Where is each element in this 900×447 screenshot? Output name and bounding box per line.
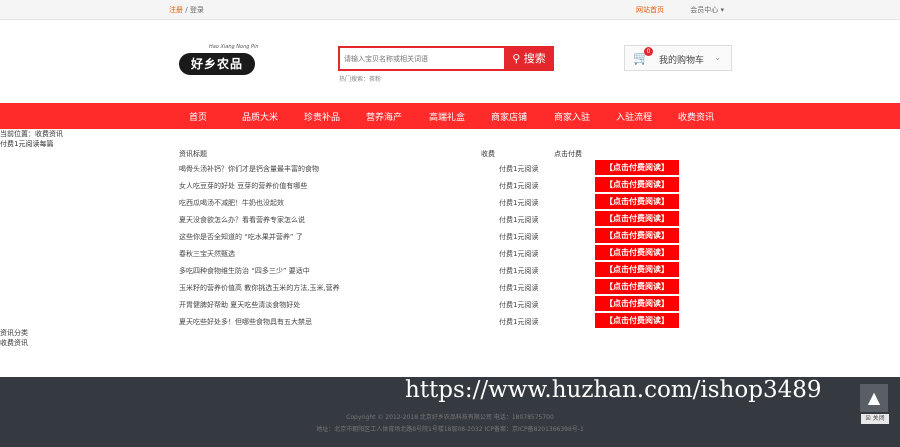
header-pay: 点击付费 — [554, 150, 582, 158]
article-title-link[interactable]: 多吃四种食物维生防治 “四多三少” 要适中 — [179, 266, 310, 276]
top-right-links: 网站首页 会员中心 ▾ — [636, 5, 724, 15]
article-title-link[interactable]: 开胃健脾好帮助 夏天吃些清淡食物好处 — [179, 300, 300, 310]
footer: https://www.huzhan.com/ishop3489 Copyrig… — [0, 377, 900, 447]
pay-read-button[interactable]: 【点击付费阅读】 — [595, 245, 679, 260]
header-title: 资讯标题 — [179, 150, 207, 158]
nav-item-shops[interactable]: 商家店铺 — [491, 110, 527, 123]
article-title-link[interactable]: 夏天吃些好处多！但哪些食物具有五大禁忌 — [179, 317, 312, 327]
category-item-paid-news[interactable]: 收费资讯 — [0, 338, 28, 348]
article-price: 付费1元阅读 — [499, 165, 539, 173]
article-price: 付费1元阅读 — [499, 233, 539, 241]
article-price: 付费1元阅读 — [499, 182, 539, 190]
site-home-link[interactable]: 网站首页 — [636, 6, 664, 14]
article-title-link[interactable]: 喝骨头汤补钙？你们才是钙含量最丰富的食物 — [179, 164, 319, 174]
logo-tagline: Hao Xiang Nong Pin — [209, 44, 259, 50]
search-input[interactable] — [340, 48, 504, 69]
table-row: 多吃四种食物维生防治 “四多三少” 要适中 付费1元阅读 【点击付费阅读】 — [179, 261, 689, 278]
article-price: 付费1元阅读 — [499, 250, 539, 258]
breadcrumb-location: 当前位置：收费资讯 — [0, 130, 63, 138]
pay-read-button[interactable]: 【点击付费阅读】 — [595, 262, 679, 277]
close-button[interactable]: ☒ 关闭 — [861, 414, 889, 424]
nav-item-home[interactable]: 首页 — [189, 110, 207, 123]
pay-read-button[interactable]: 【点击付费阅读】 — [595, 279, 679, 294]
article-price: 付费1元阅读 — [499, 318, 539, 326]
article-title-link[interactable]: 夏天没食欲怎么办？看看营养专家怎么说 — [179, 215, 305, 225]
table-row: 春秋三宝天然甄选 付费1元阅读 【点击付费阅读】 — [179, 244, 689, 261]
table-row: 开胃健脾好帮助 夏天吃些清淡食物好处 付费1元阅读 【点击付费阅读】 — [179, 295, 689, 312]
back-to-top-button[interactable]: ▲ — [860, 384, 888, 412]
article-title-link[interactable]: 春秋三宝天然甄选 — [179, 249, 235, 259]
search-button[interactable]: ⚲ 搜索 — [504, 46, 554, 71]
pay-read-button[interactable]: 【点击付费阅读】 — [595, 296, 679, 311]
nav-item-gift-box[interactable]: 高端礼盒 — [429, 110, 465, 123]
article-price: 付费1元阅读 — [499, 216, 539, 224]
member-center-link[interactable]: 会员中心 ▾ — [690, 6, 724, 14]
article-title-link[interactable]: 玉米籽的营养价值高 教你挑选玉米的方法,玉米,营养 — [179, 283, 340, 293]
search-button-label: 搜索 — [523, 52, 546, 65]
breadcrumb-note: 付费1元阅读每篇 — [0, 140, 54, 148]
separator: / — [185, 6, 188, 14]
nav-item-seafood[interactable]: 营养海产 — [366, 110, 402, 123]
footer-copyright: Copyright © 2012-2018 北京好乡农品科技有限公司 电话：18… — [346, 414, 554, 421]
article-title-link[interactable]: 吃西瓜喝汤不减肥！牛奶也没起效 — [179, 198, 284, 208]
login-links: 注册 / 登录 — [169, 5, 204, 15]
article-title-link[interactable]: 女人吃豆芽的好处 豆芽的营养价值有哪些 — [179, 181, 307, 191]
main-nav: 首页 品质大米 珍贵补品 营养海产 高端礼盒 商家店铺 商家入驻 入驻流程 收费… — [0, 103, 900, 129]
pay-read-button[interactable]: 【点击付费阅读】 — [595, 177, 679, 192]
pay-read-button[interactable]: 【点击付费阅读】 — [595, 228, 679, 243]
table-row: 喝骨头汤补钙？你们才是钙含量最丰富的食物 付费1元阅读 【点击付费阅读】 — [179, 159, 689, 176]
login-link[interactable]: 登录 — [190, 6, 204, 14]
nav-item-join[interactable]: 商家入驻 — [554, 110, 590, 123]
top-bar: 注册 / 登录 网站首页 会员中心 ▾ — [0, 0, 900, 20]
header-fee: 收费 — [481, 150, 495, 158]
pay-read-button[interactable]: 【点击付费阅读】 — [595, 194, 679, 209]
cart-button[interactable]: 🛒 0 我的购物车 ⌄ — [624, 45, 732, 71]
nav-item-paid-news[interactable]: 收费资讯 — [678, 110, 714, 123]
article-price: 付费1元阅读 — [499, 267, 539, 275]
search-icon: ⚲ — [512, 52, 521, 65]
pay-read-button[interactable]: 【点击付费阅读】 — [595, 211, 679, 226]
table-row: 女人吃豆芽的好处 豆芽的营养价值有哪些 付费1元阅读 【点击付费阅读】 — [179, 176, 689, 193]
register-link[interactable]: 注册 — [169, 6, 183, 14]
chevron-down-icon: ⌄ — [714, 53, 721, 62]
watermark-url: https://www.huzhan.com/ishop3489 — [405, 377, 822, 403]
hot-search[interactable]: 热门搜索：茶粉 — [339, 74, 381, 83]
article-title-link[interactable]: 这些你是否全知道的 “吃水果并营养” 了 — [179, 232, 303, 242]
site-logo[interactable]: Hao Xiang Nong Pin 好乡农品 — [179, 44, 259, 78]
nav-item-process[interactable]: 入驻流程 — [616, 110, 652, 123]
breadcrumb: 当前位置：收费资讯 付费1元阅读每篇 — [0, 129, 63, 149]
arrow-up-icon: ▲ — [867, 388, 881, 407]
cart-label: 我的购物车 — [659, 56, 705, 66]
search-box: ⚲ 搜索 — [338, 46, 554, 71]
table-row: 夏天没食欲怎么办？看看营养专家怎么说 付费1元阅读 【点击付费阅读】 — [179, 210, 689, 227]
pay-read-button[interactable]: 【点击付费阅读】 — [595, 160, 679, 175]
cart-count-badge: 0 — [644, 47, 653, 56]
pay-read-button[interactable]: 【点击付费阅读】 — [595, 313, 679, 328]
category-list: 资讯分类 收费资讯 — [0, 328, 28, 348]
nav-item-rice[interactable]: 品质大米 — [242, 110, 278, 123]
table-row: 吃西瓜喝汤不减肥！牛奶也没起效 付费1元阅读 【点击付费阅读】 — [179, 193, 689, 210]
logo-mark: 好乡农品 — [179, 53, 255, 75]
article-price: 付费1元阅读 — [499, 301, 539, 309]
table-row: 夏天吃些好处多！但哪些食物具有五大禁忌 付费1元阅读 【点击付费阅读】 — [179, 312, 689, 329]
table-row: 这些你是否全知道的 “吃水果并营养” 了 付费1元阅读 【点击付费阅读】 — [179, 227, 689, 244]
table-row: 玉米籽的营养价值高 教你挑选玉米的方法,玉米,营养 付费1元阅读 【点击付费阅读… — [179, 278, 689, 295]
footer-address: 地址：北京市朝阳区工人体育场北路8号院1号楼18层08-2032 ICP备案：京… — [316, 426, 584, 433]
article-price: 付费1元阅读 — [499, 199, 539, 207]
article-price: 付费1元阅读 — [499, 284, 539, 292]
nav-item-tonics[interactable]: 珍贵补品 — [304, 110, 340, 123]
category-heading: 资讯分类 — [0, 329, 28, 337]
